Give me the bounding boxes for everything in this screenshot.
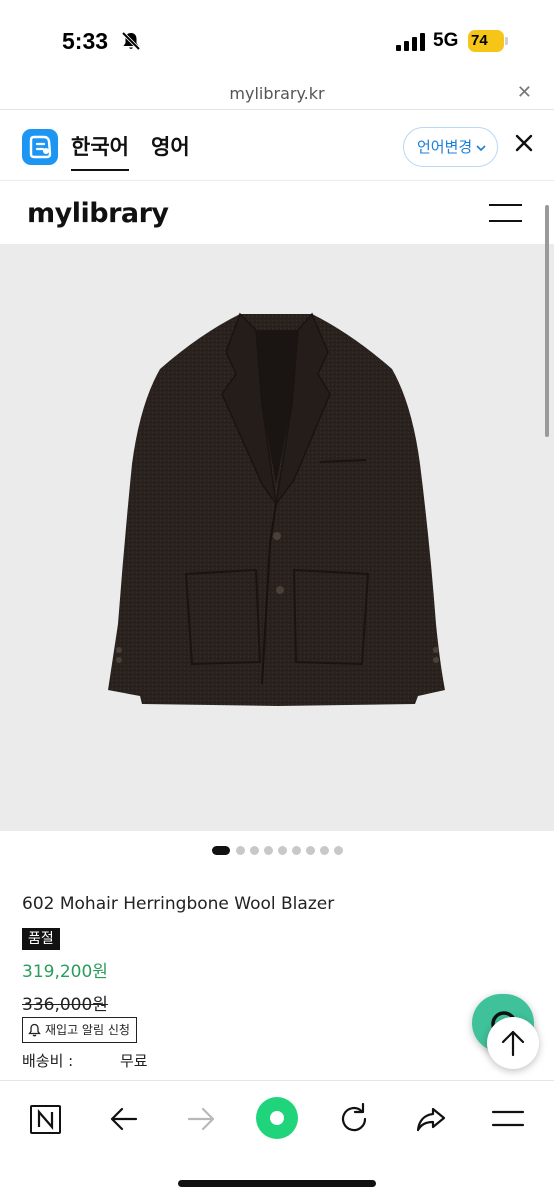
url-bar[interactable]: mylibrary.kr ✕: [0, 80, 554, 110]
site-header: mylibrary: [0, 182, 554, 244]
pagination-dot[interactable]: [320, 846, 329, 855]
restock-alert-label: 재입고 알림 신청: [45, 1023, 130, 1037]
share-icon[interactable]: [411, 1099, 451, 1139]
url-close-icon[interactable]: ✕: [517, 82, 532, 103]
shipping-label: 배송비 :: [22, 1052, 74, 1070]
chevron-down-icon: [476, 145, 486, 152]
refresh-icon[interactable]: [334, 1099, 374, 1139]
pagination-dot[interactable]: [334, 846, 343, 855]
menu-icon[interactable]: [488, 1099, 528, 1139]
change-language-label: 언어변경: [417, 138, 473, 156]
shipping-value: 무료: [120, 1052, 148, 1070]
scroll-top-button[interactable]: [487, 1017, 539, 1069]
translate-bar: 한국어 영어 언어변경: [0, 111, 554, 181]
hamburger-menu-icon[interactable]: [489, 204, 522, 222]
green-dot-icon[interactable]: [254, 1095, 300, 1141]
signal-icon: [396, 33, 425, 51]
product-title: 602 Mohair Herringbone Wool Blazer: [22, 894, 335, 914]
battery-level: 74: [471, 32, 488, 49]
pagination-dot[interactable]: [236, 846, 245, 855]
translate-close-icon[interactable]: [515, 134, 533, 152]
blazer-image: [108, 312, 445, 706]
sale-price: 319,200원: [22, 962, 108, 982]
scroll-indicator[interactable]: [545, 205, 549, 437]
pagination-dot[interactable]: [292, 846, 301, 855]
forward-arrow-icon[interactable]: [181, 1099, 221, 1139]
site-logo[interactable]: mylibrary: [27, 198, 169, 229]
status-time: 5:33: [62, 28, 109, 54]
home-indicator: [178, 1180, 376, 1187]
back-arrow-icon[interactable]: [104, 1099, 144, 1139]
network-label: 5G: [433, 30, 459, 51]
bell-muted-icon: [121, 31, 141, 51]
translate-logo-icon: [22, 129, 58, 165]
tab-korean[interactable]: 한국어: [71, 131, 129, 171]
pagination-dot[interactable]: [212, 846, 230, 855]
pagination-dot[interactable]: [264, 846, 273, 855]
change-language-button[interactable]: 언어변경: [403, 127, 498, 167]
arrow-up-icon: [501, 1030, 525, 1057]
url-text[interactable]: mylibrary.kr: [0, 84, 554, 103]
naver-icon[interactable]: [26, 1099, 66, 1139]
tab-english[interactable]: 영어: [151, 131, 190, 161]
status-bar: 5:33 5G 74: [0, 0, 554, 80]
product-image[interactable]: [0, 244, 554, 831]
pagination-dot[interactable]: [250, 846, 259, 855]
battery-icon: 74: [468, 30, 508, 52]
restock-alert-button[interactable]: 재입고 알림 신청: [22, 1017, 137, 1043]
image-pagination[interactable]: [0, 844, 554, 858]
original-price: 336,000원: [22, 995, 108, 1015]
pagination-dot[interactable]: [306, 846, 315, 855]
soldout-badge: 품절: [22, 928, 60, 950]
bell-icon: [28, 1023, 41, 1037]
pagination-dot[interactable]: [278, 846, 287, 855]
